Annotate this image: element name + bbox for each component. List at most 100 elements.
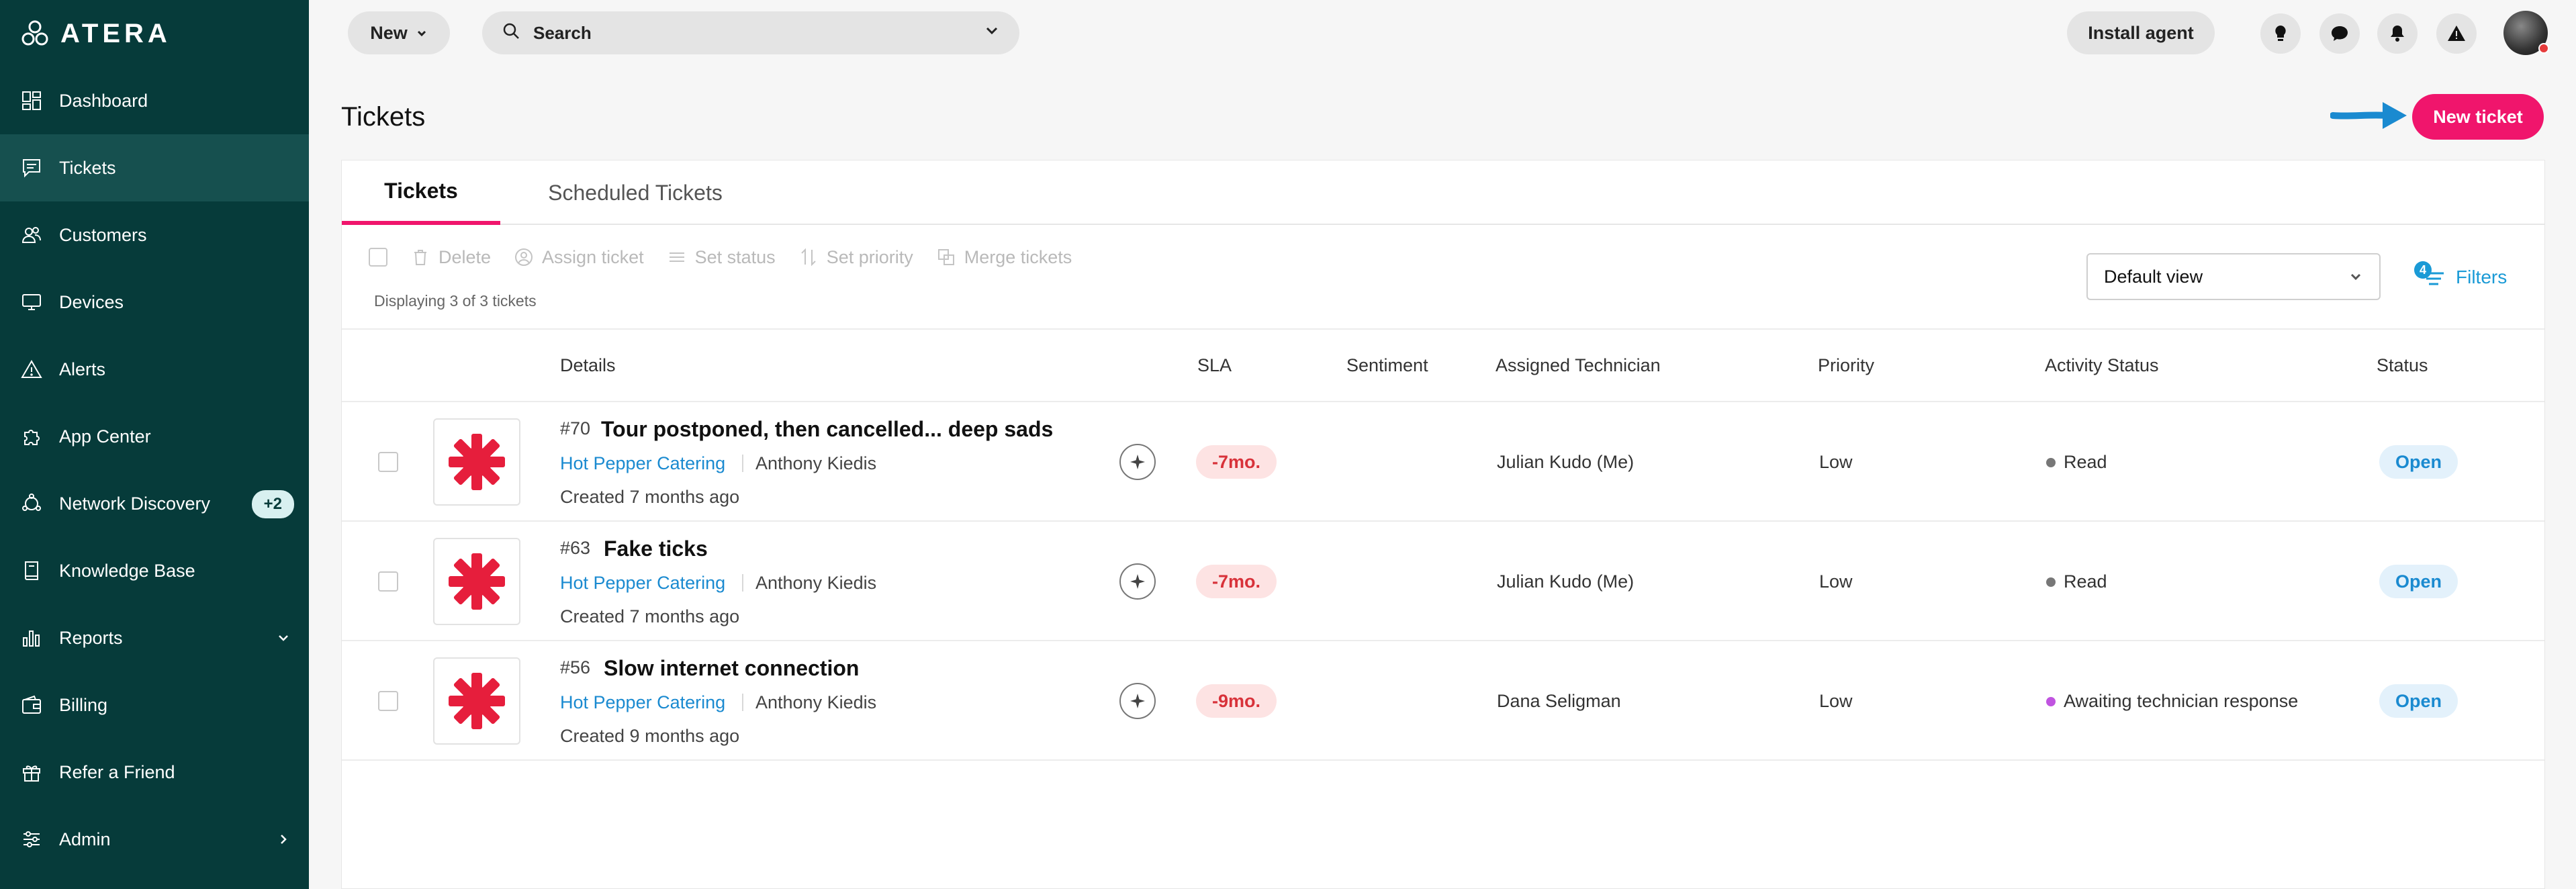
assign-ticket-action[interactable]: Assign ticket — [514, 247, 644, 268]
assign-label: Assign ticket — [542, 246, 644, 267]
activity-status: Read — [2046, 571, 2107, 592]
activity-label: Read — [2064, 571, 2107, 592]
sidebar-item-refer-a-friend[interactable]: Refer a Friend — [0, 739, 309, 806]
status-badge: Open — [2379, 565, 2458, 598]
activity-dot — [2046, 577, 2056, 587]
tab-tickets[interactable]: Tickets — [342, 160, 500, 225]
contact-name: Anthony Kiedis — [755, 692, 877, 712]
divider — [742, 574, 743, 592]
sidebar-item-label: Knowledge Base — [59, 560, 195, 581]
sla-badge: -9mo. — [1196, 684, 1277, 718]
sidebar-item-reports[interactable]: Reports — [0, 604, 309, 671]
sidebar-item-admin[interactable]: Admin — [0, 806, 309, 873]
set-status-action[interactable]: Set status — [667, 247, 776, 268]
tab-scheduled-tickets[interactable]: Scheduled Tickets — [531, 160, 739, 225]
ticket-title[interactable]: Fake ticks — [604, 536, 708, 561]
view-select[interactable]: Default view — [2086, 253, 2381, 300]
asterisk-logo-icon — [449, 434, 505, 490]
sliders-icon — [669, 252, 684, 262]
chevron-down-icon — [417, 30, 426, 37]
header-sla: SLA — [1197, 355, 1232, 375]
sidebar-item-label: Reports — [59, 627, 123, 648]
customer-link[interactable]: Hot Pepper Catering — [560, 573, 725, 594]
view-select-value: Default view — [2104, 266, 2203, 287]
header-priority: Priority — [1818, 355, 1875, 375]
sla-badge: -7mo. — [1196, 565, 1277, 598]
sidebar-item-devices[interactable]: Devices — [0, 269, 309, 336]
row-checkbox[interactable] — [378, 571, 398, 592]
chevron-right-icon[interactable] — [274, 830, 293, 849]
sidebar-item-label: Network Discovery — [59, 493, 211, 514]
select-all-checkbox[interactable] — [369, 248, 387, 267]
sidebar-item-alerts[interactable]: Alerts — [0, 336, 309, 403]
chevron-down-icon[interactable] — [983, 22, 1001, 44]
assigned-technician: Dana Seligman — [1497, 691, 1621, 711]
bell-icon[interactable] — [2377, 13, 2418, 54]
merge-tickets-action[interactable]: Merge tickets — [936, 247, 1072, 268]
set-priority-action[interactable]: Set priority — [798, 247, 913, 268]
book-icon — [20, 559, 43, 582]
install-agent-button[interactable]: Install agent — [2067, 11, 2215, 54]
sidebar-item-label: Devices — [59, 291, 124, 312]
sidebar-item-knowledge-base[interactable]: Knowledge Base — [0, 537, 309, 604]
sidebar-item-app-center[interactable]: App Center — [0, 403, 309, 470]
sidebar-item-billing[interactable]: Billing — [0, 671, 309, 739]
sidebar-item-label: Billing — [59, 694, 108, 715]
activity-status: Read — [2046, 452, 2107, 473]
sidebar-item-tickets[interactable]: Tickets — [0, 134, 309, 201]
sidebar-item-label: Dashboard — [59, 90, 148, 111]
sidebar-item-dashboard[interactable]: Dashboard — [0, 67, 309, 134]
atera-logo[interactable]: ATERA — [20, 19, 171, 48]
created-time: Created 9 months ago — [560, 726, 740, 746]
activity-status: Awaiting technician response — [2046, 691, 2298, 712]
contact-name: Anthony Kiedis — [755, 453, 877, 473]
priority: Low — [1819, 691, 1853, 711]
arrow-right-icon — [2330, 102, 2407, 129]
status-badge: Open — [2379, 684, 2458, 718]
header-technician: Assigned Technician — [1496, 355, 1661, 375]
row-checkbox[interactable] — [378, 452, 398, 472]
monitor-icon — [20, 291, 43, 314]
search-input[interactable]: Search — [482, 11, 1019, 54]
dashboard-icon — [20, 89, 43, 112]
header-sentiment: Sentiment — [1346, 355, 1428, 375]
ticket-title[interactable]: Tour postponed, then cancelled... deep s… — [601, 417, 1053, 442]
sidebar-item-network-discovery[interactable]: Network Discovery +2 — [0, 470, 309, 537]
ticket-number: #70 — [560, 418, 591, 438]
table-row[interactable]: #70 Tour postponed, then cancelled... de… — [342, 402, 2544, 522]
alert-triangle-icon — [20, 358, 43, 381]
table-row[interactable]: #63 Fake ticks Hot Pepper Catering Antho… — [342, 522, 2544, 641]
warning-icon[interactable] — [2436, 13, 2477, 54]
table-header: Details SLA Sentiment Assigned Technicia… — [342, 328, 2544, 402]
chevron-down-icon[interactable] — [274, 628, 293, 647]
ai-sparkle-icon[interactable] — [1119, 683, 1156, 719]
ai-sparkle-icon[interactable] — [1119, 563, 1156, 600]
table-row[interactable]: #56 Slow internet connection Hot Pepper … — [342, 641, 2544, 761]
avatar[interactable] — [2503, 11, 2549, 55]
customer-link[interactable]: Hot Pepper Catering — [560, 453, 725, 474]
new-ticket-button[interactable]: New ticket — [2412, 94, 2544, 140]
row-checkbox[interactable] — [378, 691, 398, 711]
ticket-number: #56 — [560, 657, 591, 677]
sliders-icon — [20, 828, 43, 851]
search-icon — [501, 21, 533, 46]
ai-sparkle-icon[interactable] — [1119, 444, 1156, 480]
merge-label: Merge tickets — [964, 246, 1072, 267]
ticket-title[interactable]: Slow internet connection — [604, 656, 859, 681]
filters-button[interactable]: 4 Filters — [2414, 259, 2507, 296]
activity-label: Read — [2064, 452, 2107, 472]
new-button[interactable]: New — [348, 11, 450, 54]
customer-link[interactable]: Hot Pepper Catering — [560, 692, 725, 713]
asterisk-logo-icon — [449, 553, 505, 610]
lightbulb-icon[interactable] — [2260, 13, 2301, 54]
user-circle-icon — [515, 248, 533, 266]
created-time: Created 7 months ago — [560, 606, 740, 626]
network-icon — [20, 492, 43, 515]
header-details: Details — [560, 355, 616, 375]
chat-icon[interactable] — [2319, 13, 2360, 54]
delete-action[interactable]: Delete — [410, 247, 491, 268]
filters-count-badge: 4 — [2414, 261, 2432, 279]
sidebar-item-customers[interactable]: Customers — [0, 201, 309, 269]
header-activity-status: Activity Status — [2045, 355, 2159, 375]
wallet-icon — [20, 694, 43, 716]
